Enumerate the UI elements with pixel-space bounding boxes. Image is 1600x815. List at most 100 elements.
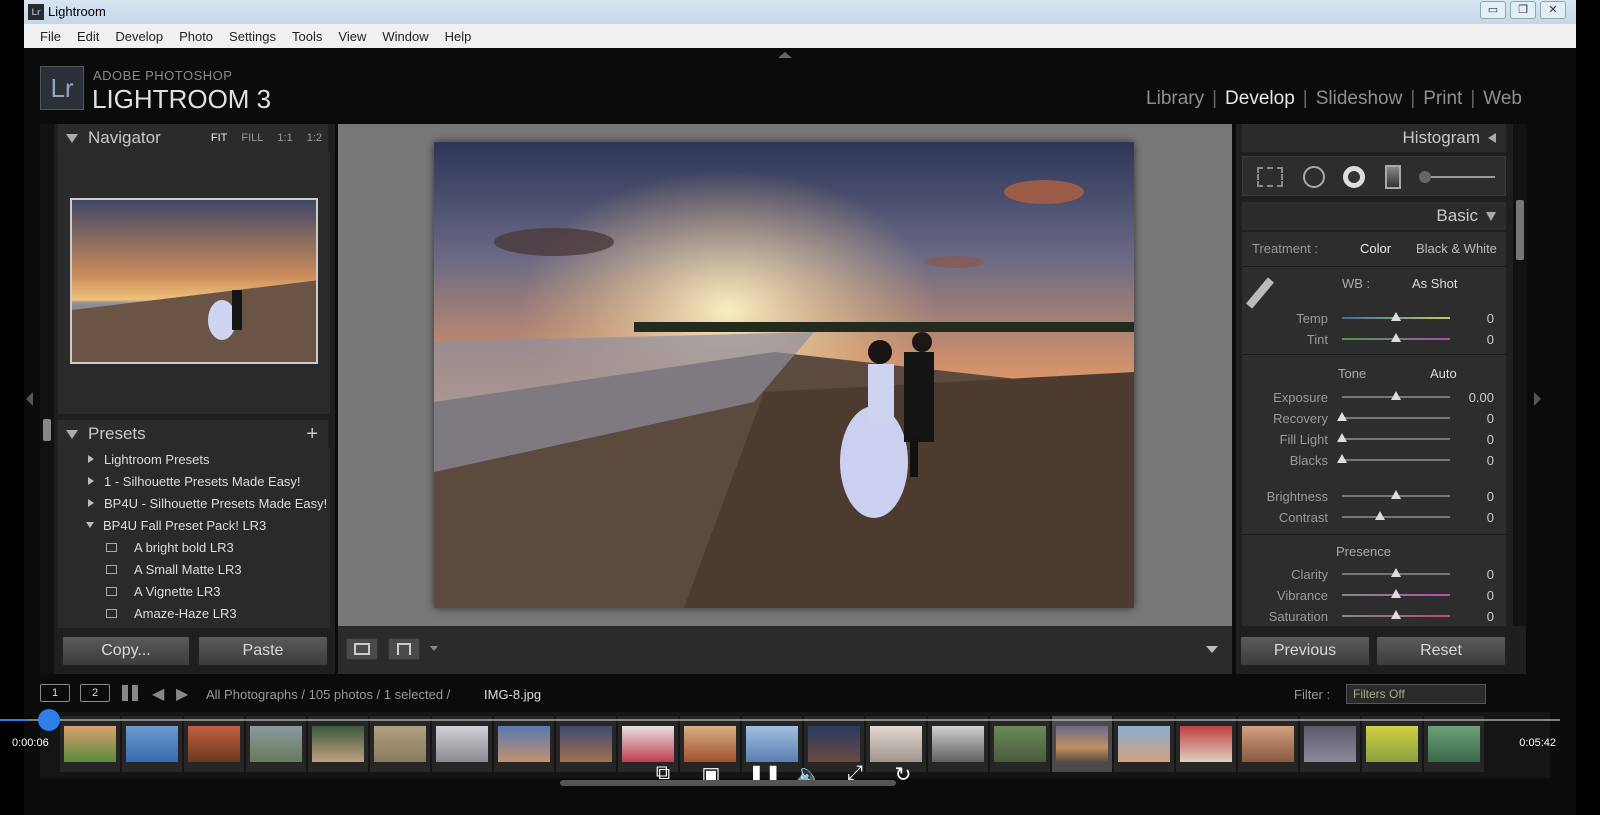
copy-button[interactable]: Copy... — [62, 636, 190, 666]
left-panel-scrollbar[interactable] — [40, 124, 54, 674]
module-develop[interactable]: Develop — [1219, 88, 1301, 110]
navigator-header[interactable]: Navigator FIT FILL 1:1 1:2 — [58, 124, 328, 152]
brightness-row[interactable]: Brightness 0 — [1242, 486, 1506, 506]
preset-item[interactable]: A Vignette LR3 — [58, 580, 330, 602]
tint-row[interactable]: Tint 0 — [1242, 329, 1506, 349]
module-library[interactable]: Library — [1140, 88, 1210, 110]
exposure-knob[interactable] — [1391, 391, 1401, 400]
back-arrow-icon[interactable]: ◀ — [152, 684, 164, 704]
film-thumb[interactable] — [122, 716, 182, 772]
loupe-view-button[interactable] — [346, 638, 378, 660]
clarity-row[interactable]: Clarity 0 — [1242, 564, 1506, 584]
clarity-slider[interactable] — [1342, 568, 1450, 577]
menu-view[interactable]: View — [330, 29, 374, 44]
forward-arrow-icon[interactable]: ▶ — [176, 684, 188, 704]
basic-header[interactable]: Basic — [1242, 202, 1506, 230]
temp-knob[interactable] — [1391, 312, 1401, 321]
vibrance-slider[interactable] — [1342, 589, 1450, 598]
recovery-knob[interactable] — [1337, 412, 1347, 421]
filename[interactable]: IMG-8.jpg — [484, 687, 541, 702]
zoom-1-1[interactable]: 1:1 — [277, 132, 292, 144]
preset-folder-bp4u-fall[interactable]: BP4U Fall Preset Pack! LR3 — [58, 514, 330, 536]
fill-light-knob[interactable] — [1337, 433, 1347, 442]
toolbar-content-chevron-icon[interactable] — [1206, 646, 1218, 653]
grid-view-icon[interactable] — [122, 685, 138, 701]
close-button[interactable]: ✕ — [1540, 1, 1566, 19]
film-thumb[interactable] — [432, 716, 492, 772]
menu-edit[interactable]: Edit — [69, 29, 107, 44]
exposure-slider[interactable] — [1342, 391, 1450, 400]
film-thumb[interactable] — [246, 716, 306, 772]
film-thumb[interactable] — [1176, 716, 1236, 772]
reset-button[interactable]: Reset — [1376, 636, 1506, 666]
film-thumb-selected[interactable] — [1052, 716, 1112, 772]
film-thumb[interactable] — [494, 716, 554, 772]
filter-select[interactable]: Filters Off — [1346, 684, 1486, 704]
minimize-button[interactable]: ▭ — [1480, 1, 1506, 19]
before-after-button[interactable] — [388, 638, 420, 660]
spot-removal-icon[interactable] — [1303, 166, 1325, 188]
saturation-slider[interactable] — [1342, 610, 1450, 619]
graduated-filter-icon[interactable] — [1385, 165, 1401, 189]
presets-header[interactable]: Presets + — [58, 420, 328, 448]
fill-light-row[interactable]: Fill Light 0 — [1242, 429, 1506, 449]
saturation-knob[interactable] — [1391, 610, 1401, 619]
window-1-button[interactable]: 1 — [40, 684, 70, 702]
red-eye-icon[interactable] — [1343, 166, 1365, 188]
right-panel-toggle-icon[interactable] — [1534, 392, 1541, 406]
menu-help[interactable]: Help — [437, 29, 480, 44]
exposure-row[interactable]: Exposure 0.00 — [1242, 387, 1506, 407]
film-thumb[interactable] — [1362, 716, 1422, 772]
preset-folder-lightroom[interactable]: Lightroom Presets — [58, 448, 330, 470]
menu-file[interactable]: File — [32, 29, 69, 44]
zoom-fit[interactable]: FIT — [211, 132, 228, 144]
tint-knob[interactable] — [1391, 333, 1401, 342]
recovery-row[interactable]: Recovery 0 — [1242, 408, 1506, 428]
film-thumb[interactable] — [990, 716, 1050, 772]
filmstrip-scrollbar[interactable] — [560, 780, 896, 786]
zoom-1-2[interactable]: 1:2 — [307, 132, 322, 144]
white-balance-picker-icon[interactable] — [1246, 277, 1274, 309]
menu-photo[interactable]: Photo — [171, 29, 221, 44]
module-slideshow[interactable]: Slideshow — [1310, 88, 1409, 110]
contrast-knob[interactable] — [1374, 511, 1385, 520]
view-options-chevron-icon[interactable] — [430, 646, 438, 651]
window-2-button[interactable]: 2 — [80, 684, 110, 702]
film-thumb[interactable] — [184, 716, 244, 772]
film-thumb[interactable] — [556, 716, 616, 772]
navigator-preview[interactable] — [70, 198, 318, 364]
video-progress-bar[interactable] — [0, 709, 1560, 731]
histogram-header[interactable]: Histogram — [1242, 124, 1506, 152]
previous-button[interactable]: Previous — [1240, 636, 1370, 666]
tint-slider[interactable] — [1342, 333, 1450, 342]
contrast-slider[interactable] — [1342, 511, 1450, 520]
wb-select[interactable]: As Shot — [1412, 276, 1458, 291]
film-thumb[interactable] — [60, 716, 120, 772]
left-panel-toggle-icon[interactable] — [26, 392, 33, 406]
preset-folder-bp4u-silhouette[interactable]: BP4U - Silhouette Presets Made Easy! — [58, 492, 330, 514]
contrast-row[interactable]: Contrast 0 — [1242, 507, 1506, 527]
blacks-slider[interactable] — [1337, 454, 1450, 463]
main-photo[interactable] — [434, 142, 1134, 608]
video-scrubber[interactable] — [38, 709, 61, 731]
preset-item[interactable]: A Small Matte LR3 — [58, 558, 330, 580]
auto-tone-button[interactable]: Auto — [1430, 366, 1457, 381]
blacks-knob[interactable] — [1337, 454, 1347, 463]
clarity-knob[interactable] — [1391, 568, 1401, 577]
blacks-row[interactable]: Blacks 0 — [1242, 450, 1506, 470]
film-thumb[interactable] — [1300, 716, 1360, 772]
menu-develop[interactable]: Develop — [107, 29, 171, 44]
saturation-row[interactable]: Saturation 0 — [1242, 606, 1506, 626]
film-thumb[interactable] — [370, 716, 430, 772]
source-breadcrumb[interactable]: All Photographs / 105 photos / 1 selecte… — [206, 687, 450, 702]
temp-row[interactable]: Temp 0 — [1242, 308, 1506, 328]
preset-folder-silhouette[interactable]: 1 - Silhouette Presets Made Easy! — [58, 470, 330, 492]
film-thumb[interactable] — [928, 716, 988, 772]
temp-slider[interactable] — [1342, 312, 1450, 321]
recovery-slider[interactable] — [1337, 412, 1450, 421]
brightness-knob[interactable] — [1391, 490, 1401, 499]
add-preset-icon[interactable]: + — [306, 423, 318, 446]
paste-button[interactable]: Paste — [198, 636, 328, 666]
preset-item[interactable]: Amaze-Haze LR3 — [58, 602, 330, 624]
preset-item[interactable]: A bright bold LR3 — [58, 536, 330, 558]
